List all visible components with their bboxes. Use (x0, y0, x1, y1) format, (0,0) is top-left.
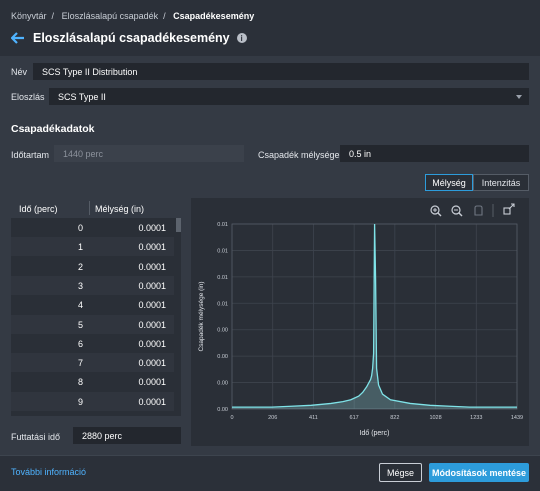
dialog-panel: Könyvtár / Eloszlásalapú csapadék / Csapad… (0, 0, 540, 491)
x-tick-label: 411 (309, 415, 318, 421)
y-tick-label: 0.00 (217, 407, 228, 413)
chart-toolbar (430, 203, 515, 217)
time-cell[interactable]: 8 (78, 377, 83, 387)
depth-cell[interactable]: 0.0001 (138, 339, 166, 349)
name-label: Név (11, 67, 28, 77)
zoom-out-icon[interactable] (451, 205, 463, 217)
table-row[interactable]: 9 0.0001 (11, 391, 174, 411)
time-cell[interactable]: 5 (78, 320, 83, 330)
more-info-link[interactable]: További információ (11, 467, 86, 477)
breadcrumb: Könyvtár / Eloszlásalapú csapadék / Csapad… (11, 11, 259, 21)
x-tick-label: 206 (268, 415, 277, 421)
y-tick-label: 0.01 (217, 301, 228, 307)
breadcrumb-item-library[interactable]: Könyvtár (11, 11, 47, 21)
table-row[interactable]: 3 0.0001 (11, 275, 174, 295)
table-header: Idő (perc) Mélység (in) (11, 198, 181, 218)
depth-cell[interactable]: 0.0001 (138, 377, 166, 387)
column-header-time: Idő (perc) (19, 204, 58, 214)
toggle-depth[interactable]: Mélység (425, 174, 473, 191)
x-axis-label: Idő (perc) (360, 430, 390, 437)
table-row[interactable]: 7 0.0001 (11, 353, 174, 373)
y-tick-label: 0.01 (217, 275, 228, 281)
zoom-in-icon[interactable] (430, 205, 442, 217)
x-tick-label: 822 (390, 415, 399, 421)
table-row[interactable]: 1 0.0001 (11, 237, 174, 257)
time-cell[interactable]: 4 (78, 300, 83, 310)
breadcrumb-item-distribution[interactable]: Eloszlásalapú csapadék (62, 11, 159, 21)
toggle-intensity[interactable]: Intenzitás (473, 174, 529, 191)
depth-label: Csapadék mélysége (258, 150, 340, 160)
chart-panel: 0.00 0.00 0.00 0.00 0.01 0.01 0.01 0.01 0 206 411 6… (191, 198, 529, 446)
table-row[interactable]: 0 0.0001 (11, 218, 174, 237)
depth-field[interactable]: 0.5 in (340, 145, 529, 162)
table-scrollbar[interactable] (176, 218, 181, 416)
depth-cell[interactable]: 0.0001 (138, 358, 166, 368)
table-row[interactable]: 6 0.0001 (11, 333, 174, 353)
back-arrow-icon[interactable] (11, 32, 25, 44)
x-tick-label: 617 (350, 415, 359, 421)
expand-icon[interactable] (503, 203, 515, 215)
name-field[interactable]: SCS Type II Distribution (33, 63, 529, 80)
column-header-depth: Mélység (in) (95, 204, 145, 214)
time-cell[interactable]: 9 (78, 397, 83, 407)
time-cell[interactable]: 7 (78, 358, 83, 368)
cancel-button[interactable]: Mégse (379, 463, 422, 482)
y-tick-label: 0.00 (217, 354, 228, 360)
depth-cell[interactable]: 0.0001 (138, 262, 166, 272)
x-tick-label: 1439 (511, 415, 523, 421)
depth-cell[interactable]: 0.0001 (138, 397, 166, 407)
table-row[interactable]: 4 0.0001 (11, 295, 174, 315)
time-cell[interactable]: 2 (78, 262, 83, 272)
depth-cell[interactable]: 0.0001 (138, 242, 166, 252)
info-icon[interactable]: i (236, 33, 247, 43)
distribution-label: Eloszlás (11, 92, 45, 102)
time-cell[interactable]: 0 (78, 223, 83, 233)
x-tick-label: 1028 (429, 415, 441, 421)
time-cell[interactable]: 3 (78, 281, 83, 291)
breadcrumb-item-current: Csapadékesemény (173, 11, 255, 21)
breadcrumb-separator: / (163, 11, 166, 21)
run-time-label: Futtatási idő (11, 432, 61, 442)
depth-table: Idő (perc) Mélység (in) 0 0.0001 1 0.0001 2 0… (11, 198, 181, 416)
column-divider (89, 201, 90, 215)
depth-cell[interactable]: 0.0001 (138, 281, 166, 291)
x-tick-label: 1233 (470, 415, 482, 421)
table-row[interactable]: 8 0.0001 (11, 372, 174, 392)
time-cell[interactable]: 1 (78, 242, 83, 252)
breadcrumb-separator: / (51, 11, 55, 21)
time-cell[interactable]: 6 (78, 339, 83, 349)
distribution-select[interactable]: SCS Type II (49, 88, 529, 105)
save-button[interactable]: Módosítások mentése (429, 463, 529, 482)
y-axis-label: Csapadék mélysége (in) (198, 281, 205, 351)
duration-label: Időtartam (11, 150, 50, 160)
duration-field[interactable]: 1440 perc (54, 145, 244, 162)
table-row[interactable]: 2 0.0001 (11, 256, 174, 276)
header: Könyvtár / Eloszlásalapú csapadék / Csapad… (0, 0, 540, 56)
y-tick-label: 0.01 (217, 248, 228, 254)
y-tick-label: 0.00 (217, 328, 228, 334)
depth-chart: 0.00 0.00 0.00 0.00 0.01 0.01 0.01 0.01 0 206 411 6… (198, 203, 523, 437)
precip-section-title: Csapadékadatok (11, 123, 95, 135)
distribution-value: SCS Type II (58, 91, 106, 102)
pan-icon[interactable] (474, 205, 483, 216)
y-tick-label: 0.00 (217, 381, 228, 387)
table-row[interactable]: 5 0.0001 (11, 314, 174, 334)
scrollbar-thumb[interactable] (176, 218, 181, 232)
depth-cell[interactable]: 0.0001 (138, 223, 166, 233)
run-time-field[interactable]: 2880 perc (73, 427, 181, 444)
x-tick-label: 0 (230, 415, 233, 421)
y-tick-label: 0.01 (217, 222, 228, 228)
page-title: Eloszlásalapú csapadékesemény (33, 31, 230, 45)
depth-cell[interactable]: 0.0001 (138, 320, 166, 330)
chevron-down-icon (516, 95, 522, 99)
depth-cell[interactable]: 0.0001 (138, 300, 166, 310)
